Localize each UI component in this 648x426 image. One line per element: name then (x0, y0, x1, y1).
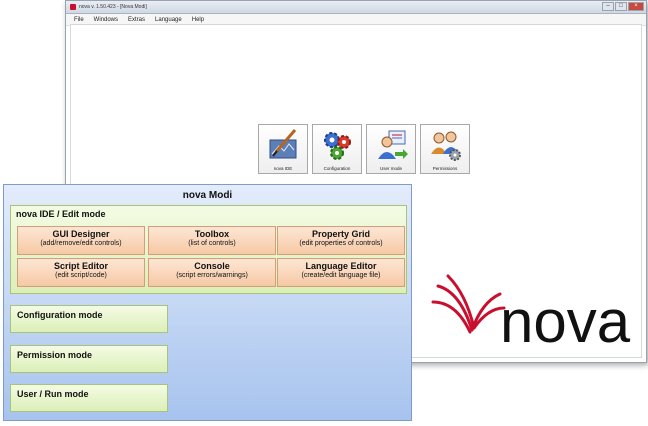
tile-configuration[interactable]: Configuration (312, 124, 362, 174)
permission-mode-box: Permission mode (10, 345, 168, 373)
ide-edit-mode-group: nova IDE / Edit mode GUI Designer (add/r… (10, 205, 407, 294)
logo-text: nova (500, 288, 631, 350)
tile-label: Permissions (432, 166, 458, 171)
swoosh-icon (431, 274, 506, 334)
tile-label: nova IDE (273, 166, 293, 171)
minimize-button[interactable]: – (602, 2, 614, 11)
tile-label: Configuration (323, 166, 351, 171)
tool-script-editor: Script Editor (edit script/code) (17, 258, 145, 287)
tool-subtitle: (create/edit language file) (301, 272, 381, 279)
tile-permissions[interactable]: Permissions (420, 124, 470, 174)
tool-title: Toolbox (194, 229, 230, 239)
menu-language[interactable]: Language (155, 17, 182, 23)
tool-toolbox: Toolbox (list of controls) (148, 226, 276, 255)
window-controls: – □ × (602, 2, 644, 11)
nova-logo: nova (431, 274, 631, 350)
mode-tiles: nova IDE Configuration User mode Permiss… (258, 124, 470, 174)
menu-file[interactable]: File (74, 17, 84, 23)
tile-user-mode[interactable]: User mode (366, 124, 416, 174)
tool-subtitle: (script errors/warnings) (176, 272, 248, 279)
title-bar[interactable]: nova v. 1.50.423 - [Nova Modi] (66, 1, 646, 14)
modi-title: nova Modi (182, 190, 233, 201)
tool-gui-designer: GUI Designer (add/remove/edit controls) (17, 226, 145, 255)
window-title: nova v. 1.50.423 - [Nova Modi] (79, 4, 147, 10)
user-run-mode-box: User / Run mode (10, 384, 168, 412)
gears-icon (324, 132, 351, 160)
tool-subtitle: (edit properties of controls) (299, 240, 383, 247)
configuration-mode-box: Configuration mode (10, 305, 168, 333)
ide-group-title: nova IDE / Edit mode (16, 209, 106, 219)
mode-label: Permission mode (17, 350, 93, 360)
menu-extras[interactable]: Extras (128, 17, 145, 23)
tool-title: Console (194, 261, 230, 271)
modi-panel: nova Modi nova IDE / Edit mode GUI Desig… (3, 184, 412, 421)
tool-property-grid: Property Grid (edit properties of contro… (277, 226, 405, 255)
tile-nova-ide[interactable]: nova IDE (258, 124, 308, 174)
tool-title: Property Grid (311, 229, 370, 239)
menu-help[interactable]: Help (192, 17, 204, 23)
tool-title: Language Editor (305, 261, 377, 271)
tool-title: Script Editor (53, 261, 108, 271)
tool-language-editor: Language Editor (create/edit language fi… (277, 258, 405, 287)
tile-label: User mode (379, 166, 402, 171)
tool-title: GUI Designer (52, 229, 110, 239)
mode-label: User / Run mode (17, 389, 89, 399)
tool-subtitle: (edit script/code) (55, 272, 107, 279)
app-logo-icon (70, 4, 76, 10)
tool-subtitle: (list of controls) (188, 240, 236, 247)
permissions-icon (431, 131, 461, 161)
tool-console: Console (script errors/warnings) (148, 258, 276, 287)
user-mode-icon (378, 130, 408, 159)
ide-brush-icon (269, 129, 297, 159)
close-button[interactable]: × (628, 2, 644, 11)
maximize-button[interactable]: □ (615, 2, 627, 11)
mode-label: Configuration mode (17, 310, 103, 320)
menu-windows[interactable]: Windows (94, 17, 118, 23)
tool-subtitle: (add/remove/edit controls) (40, 240, 122, 247)
